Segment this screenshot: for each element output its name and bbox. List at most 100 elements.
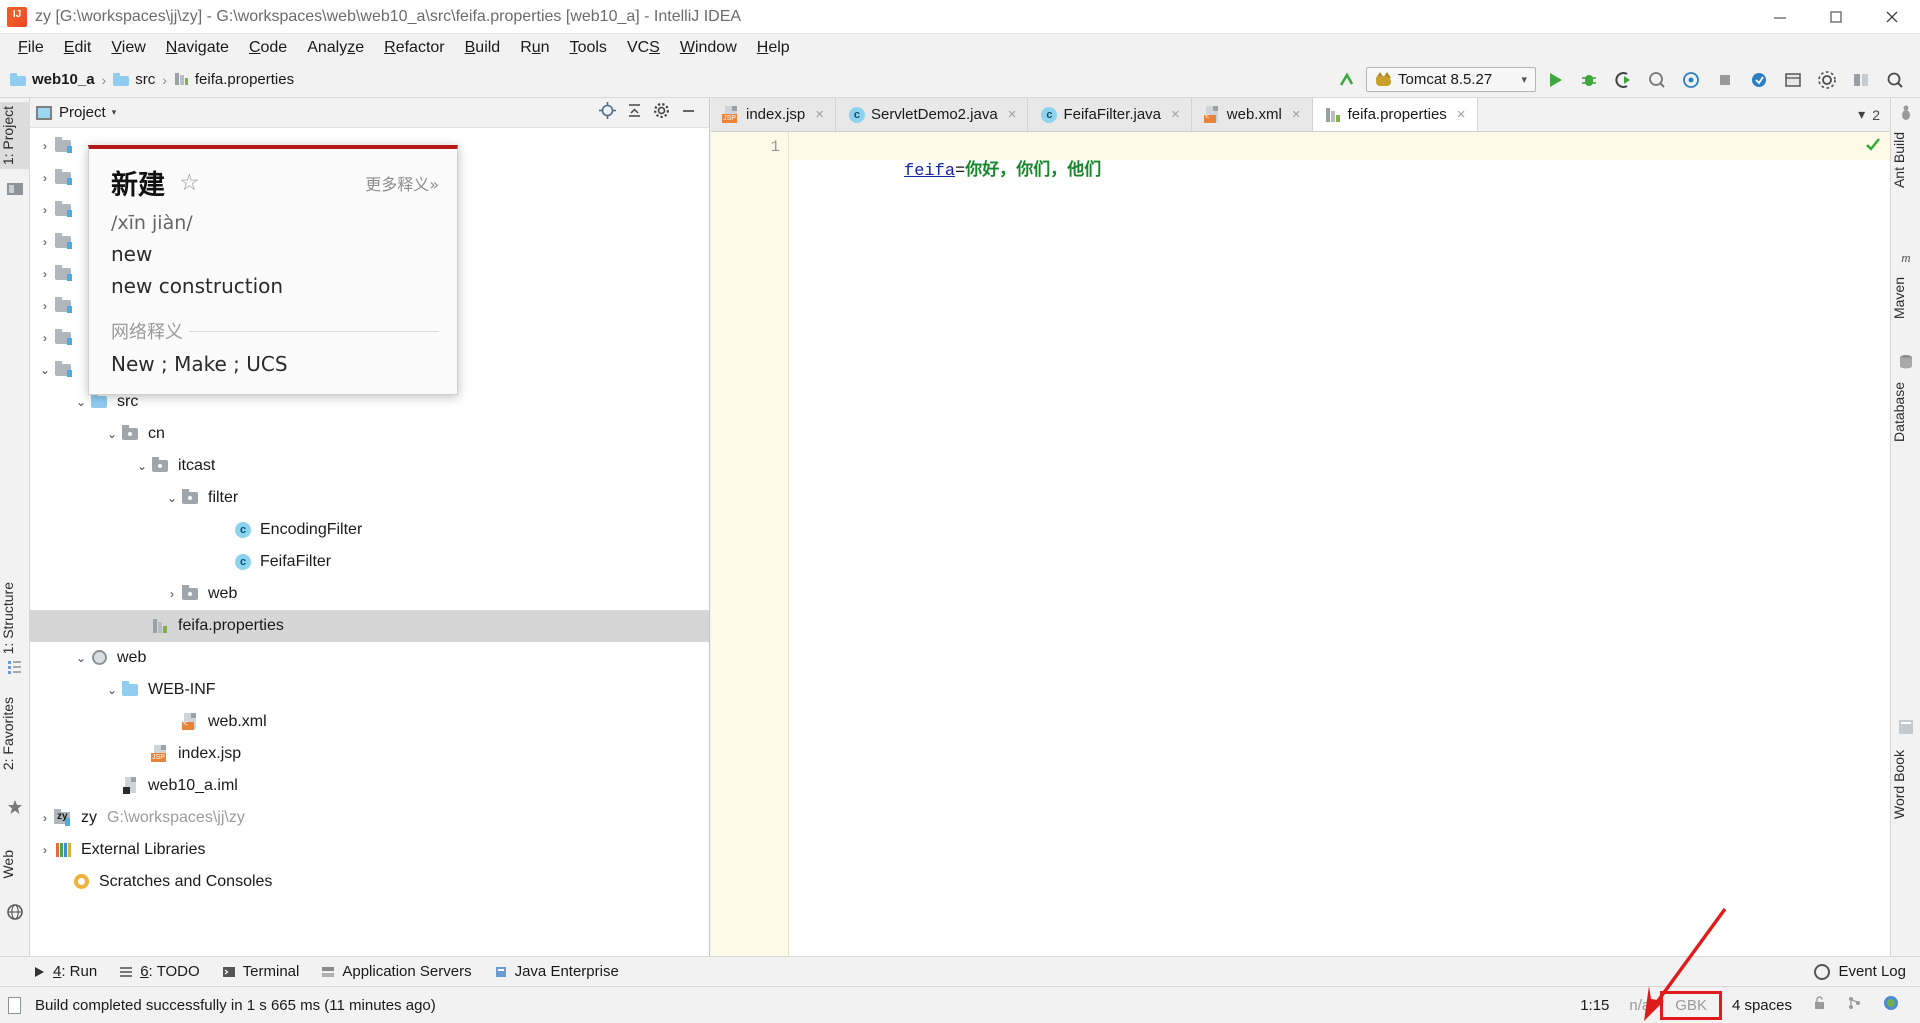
expand-arrow-icon[interactable]: › xyxy=(36,267,54,281)
menu-navigate[interactable]: Navigate xyxy=(156,37,239,59)
indent-status[interactable]: 4 spaces xyxy=(1722,997,1802,1014)
close-icon[interactable]: × xyxy=(1457,106,1466,123)
menu-file[interactable]: FFileile xyxy=(8,37,54,59)
chevron-down-icon[interactable]: ▾ xyxy=(112,107,117,118)
collapse-all-icon[interactable] xyxy=(626,102,643,124)
menu-refactor[interactable]: Refactor xyxy=(374,37,454,59)
tree-node-web-xml[interactable]: › web.xml xyxy=(30,706,709,738)
sidebar-item-database[interactable]: Database xyxy=(1891,378,1920,446)
sidebar-item-project[interactable]: 1: Project xyxy=(0,102,30,170)
collapse-arrow-icon[interactable]: ⌄ xyxy=(163,491,181,505)
code-line-1[interactable]: feifa=你好，你们，他们 xyxy=(802,136,1101,200)
encoding-status[interactable]: GBK xyxy=(1660,990,1722,1020)
collapse-arrow-icon[interactable]: ⌄ xyxy=(72,651,90,665)
collapse-arrow-icon[interactable]: ⌄ xyxy=(72,395,90,409)
tool-window-application-servers[interactable]: Application Servers xyxy=(321,963,472,980)
expand-arrow-icon[interactable]: › xyxy=(163,587,181,601)
menu-help[interactable]: Help xyxy=(747,37,800,59)
tree-node-web-inf[interactable]: ⌄ WEB-INF xyxy=(30,674,709,706)
menu-tools[interactable]: Tools xyxy=(560,37,617,59)
collapse-arrow-icon[interactable]: ⌄ xyxy=(103,683,121,697)
tree-node-external-libraries[interactable]: › External Libraries xyxy=(30,834,709,866)
maximize-button[interactable] xyxy=(1808,0,1864,34)
collapse-arrow-icon[interactable]: ⌄ xyxy=(103,427,121,441)
sidebar-item-web[interactable]: Web xyxy=(0,846,30,883)
menu-view[interactable]: View xyxy=(101,37,155,59)
editor-tab-web-xml[interactable]: web.xml × xyxy=(1191,98,1313,131)
close-icon[interactable]: × xyxy=(1008,106,1017,123)
tree-node-feifafilter[interactable]: › c FeifaFilter xyxy=(30,546,709,578)
menu-run[interactable]: Run xyxy=(510,37,559,59)
tree-node-itcast[interactable]: ⌄ itcast xyxy=(30,450,709,482)
tool-window-terminal[interactable]: Terminal xyxy=(222,963,299,980)
profile-button[interactable] xyxy=(1642,66,1672,94)
breadcrumb-item-src[interactable]: src xyxy=(135,71,155,88)
expand-arrow-icon[interactable]: › xyxy=(36,331,54,345)
open-browser-button[interactable] xyxy=(1778,66,1808,94)
search-everywhere-button[interactable] xyxy=(1880,66,1910,94)
collapse-arrow-icon[interactable]: ⌄ xyxy=(36,363,54,377)
close-button[interactable] xyxy=(1864,0,1920,34)
breadcrumb-item-file[interactable]: feifa.properties xyxy=(195,71,294,88)
tree-node-web-folder[interactable]: ⌄ web xyxy=(30,642,709,674)
run-button[interactable] xyxy=(1540,66,1570,94)
code-area[interactable]: feifa=你好，你们，他们 xyxy=(790,132,1890,958)
close-icon[interactable]: × xyxy=(1292,106,1301,123)
tree-node-index-jsp[interactable]: › JSP index.jsp xyxy=(30,738,709,770)
sidebar-item-favorites[interactable]: 2: Favorites xyxy=(0,693,30,774)
memory-indicator[interactable] xyxy=(1872,995,1910,1015)
tool-window-java-enterprise[interactable]: Java Enterprise xyxy=(494,963,619,980)
minus-icon[interactable] xyxy=(680,102,697,124)
tree-node-encodingfilter[interactable]: › c EncodingFilter xyxy=(30,514,709,546)
debug-button[interactable] xyxy=(1574,66,1604,94)
menu-window[interactable]: Window xyxy=(670,37,747,59)
settings-button[interactable] xyxy=(1812,66,1842,94)
build-project-button[interactable] xyxy=(1332,66,1362,94)
vcs-branch-icon[interactable] xyxy=(1837,995,1872,1015)
expand-arrow-icon[interactable]: › xyxy=(36,139,54,153)
editor-body[interactable]: 1 feifa=你好，你们，他们 xyxy=(711,132,1890,958)
editor-tab-feifafilter[interactable]: c FeifaFilter.java × xyxy=(1028,98,1192,131)
tree-node-zy-module[interactable]: › zy zy G:\workspaces\jj\zy xyxy=(30,802,709,834)
stop-button[interactable] xyxy=(1710,66,1740,94)
expand-arrow-icon[interactable]: › xyxy=(36,843,54,857)
tool-window-run[interactable]: 4: Run xyxy=(32,963,97,980)
attach-debugger-button[interactable] xyxy=(1676,66,1706,94)
editor-tab-overflow[interactable]: ▾ 2 xyxy=(1848,98,1890,131)
close-icon[interactable]: × xyxy=(1171,106,1180,123)
editor-tab-servletdemo2[interactable]: c ServletDemo2.java × xyxy=(835,98,1029,131)
expand-arrow-icon[interactable]: › xyxy=(36,235,54,249)
editor-tab-index-jsp[interactable]: JSP index.jsp × xyxy=(711,98,836,131)
expand-arrow-icon[interactable]: › xyxy=(36,299,54,313)
sidebar-item-word-book[interactable]: Word Book xyxy=(1891,746,1920,823)
tree-node-web-package[interactable]: › web xyxy=(30,578,709,610)
breadcrumb-item-module[interactable]: web10_a xyxy=(32,71,95,88)
unlocked-icon[interactable] xyxy=(1802,995,1837,1015)
editor-tab-feifa-properties[interactable]: feifa.properties × xyxy=(1312,98,1478,131)
run-with-coverage-button[interactable] xyxy=(1608,66,1638,94)
sidebar-item-structure[interactable]: 1: Structure xyxy=(0,578,30,658)
minimize-button[interactable] xyxy=(1752,0,1808,34)
sidebar-item-maven[interactable]: Maven xyxy=(1891,273,1920,323)
expand-arrow-icon[interactable]: › xyxy=(36,811,54,825)
tree-node-feifa-properties[interactable]: › feifa.properties xyxy=(30,610,709,642)
tree-node-filter[interactable]: ⌄ filter xyxy=(30,482,709,514)
chevron-down-icon[interactable]: ▾ xyxy=(1858,106,1865,123)
menu-code[interactable]: Code xyxy=(239,37,297,59)
project-structure-button[interactable] xyxy=(1846,66,1876,94)
close-icon[interactable]: × xyxy=(815,106,824,123)
tree-node-cn[interactable]: ⌄ cn xyxy=(30,418,709,450)
checkmark-icon[interactable] xyxy=(1864,136,1882,159)
update-application-button[interactable] xyxy=(1744,66,1774,94)
collapse-arrow-icon[interactable]: ⌄ xyxy=(133,459,151,473)
star-outline-icon[interactable]: ☆ xyxy=(179,169,200,196)
gear-icon[interactable] xyxy=(653,102,670,124)
more-definitions-link[interactable]: 更多释义» xyxy=(365,171,439,195)
menu-vcs[interactable]: VCS xyxy=(617,37,670,59)
tree-node-iml[interactable]: › web10_a.iml xyxy=(30,770,709,802)
run-configuration-selector[interactable]: Tomcat 8.5.27 ▾ xyxy=(1366,67,1536,92)
expand-arrow-icon[interactable]: › xyxy=(36,171,54,185)
menu-analyze[interactable]: Analyze xyxy=(297,37,374,59)
caret-position[interactable]: 1:15 xyxy=(1570,997,1619,1014)
menu-edit[interactable]: Edit xyxy=(54,37,102,59)
